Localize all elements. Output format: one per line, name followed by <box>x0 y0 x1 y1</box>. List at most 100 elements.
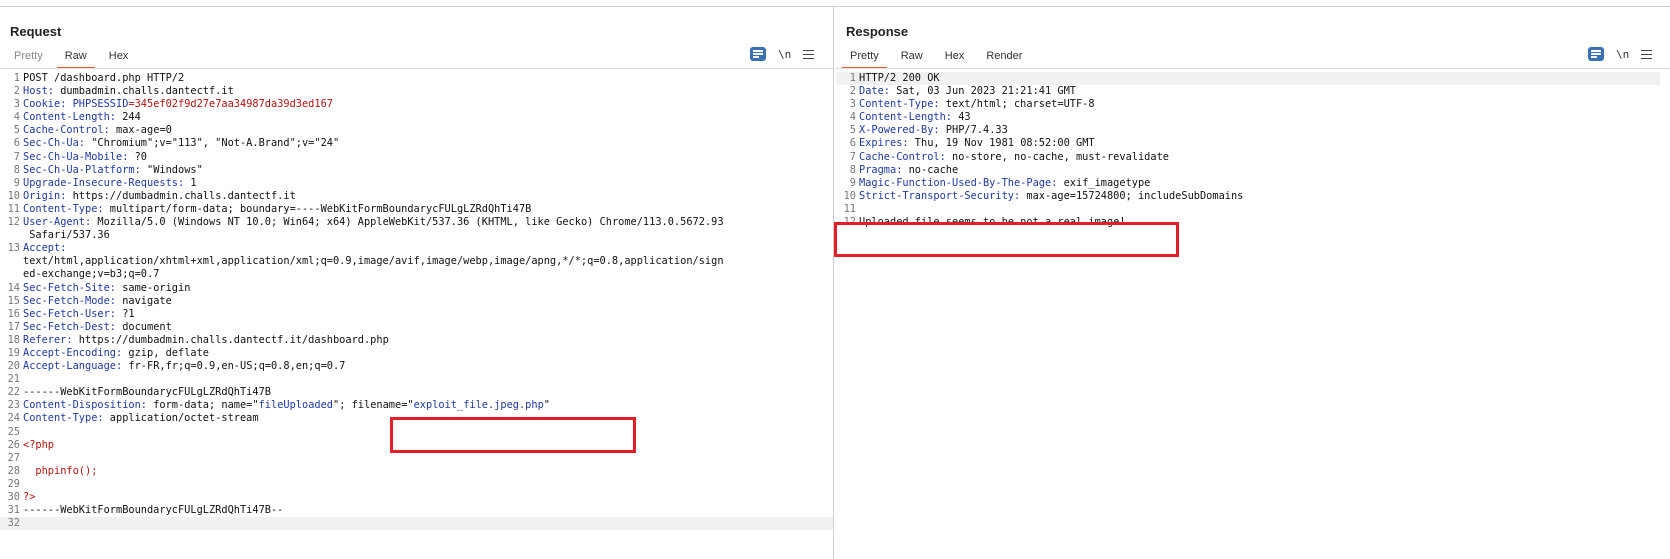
line-text: Content-Type: text/html; charset=UTF-8 <box>859 98 1095 111</box>
code-line: 16 Sec-Fetch-User: ?1 <box>0 308 833 321</box>
code-line: 9 Magic-Function-Used-By-The-Page: exif_i… <box>836 177 1660 190</box>
code-token: fileUploaded <box>258 399 333 412</box>
code-line: 30 ?> <box>0 491 833 504</box>
code-line: 29 <box>0 478 833 491</box>
code-line: 23 Content-Disposition: form-data; name="… <box>0 399 833 412</box>
line-text: Cache-Control: no-store, no-cache, must-… <box>859 151 1169 164</box>
response-tab-raw[interactable]: Raw <box>893 47 931 67</box>
code-line: 15 Sec-Fetch-Mode: navigate <box>0 295 833 308</box>
show-newlines-button[interactable]: \n <box>1616 48 1629 61</box>
line-number: 26 <box>7 438 20 451</box>
line-number: 32 <box>7 517 20 530</box>
response-tab-pretty[interactable]: Pretty <box>842 47 887 69</box>
code-token: 244 <box>116 111 141 124</box>
request-title: Request <box>10 24 62 39</box>
code-token: exif_imagetype <box>1057 176 1151 189</box>
line-number: 7 <box>849 150 856 163</box>
response-title: Response <box>846 24 909 39</box>
header-name: Content-Type: <box>23 412 104 425</box>
line-number: 5 <box>13 124 20 137</box>
show-newlines-button[interactable]: \n <box>778 48 791 61</box>
line-number: 21 <box>7 373 20 386</box>
code-token: text/html; charset=UTF-8 <box>939 98 1095 111</box>
wrap-lines-icon[interactable] <box>750 47 766 61</box>
code-line: 5 X-Powered-By: PHP/7.4.33 <box>836 124 1660 137</box>
line-text: HTTP/2 200 OK <box>859 72 940 85</box>
line-text: Accept-Encoding: gzip, deflate <box>23 347 209 360</box>
request-editor[interactable]: 1 POST /dashboard.php HTTP/2 2 Host: dumbad… <box>0 72 833 531</box>
code-line: 11 <box>836 203 1660 216</box>
line-number: 10 <box>7 189 20 202</box>
line-number: 19 <box>7 346 20 359</box>
highlight-box-response-body <box>834 222 1179 257</box>
header-name: Date: <box>859 85 890 98</box>
line-text: Content-Length: 244 <box>23 111 141 124</box>
line-text: ------WebKitFormBoundarycFULgLZRdQhTi47B… <box>23 504 283 517</box>
menu-icon[interactable] <box>803 49 815 59</box>
request-tab-raw[interactable]: Raw <box>56 47 95 69</box>
line-text: User-Agent: Mozilla/5.0 (Windows NT 10.0… <box>23 216 724 229</box>
line-text: phpinfo(); <box>23 465 97 478</box>
header-name: Sec-Ch-Ua-Mobile: <box>23 150 129 163</box>
line-number: 4 <box>13 111 20 124</box>
code-token: ?1 <box>116 307 135 320</box>
code-token: PHP/7.4.33 <box>939 124 1008 137</box>
line-text: Upgrade-Insecure-Requests: 1 <box>23 177 197 190</box>
request-tab-hex[interactable]: Hex <box>101 47 137 67</box>
response-tab-hex[interactable]: Hex <box>937 47 973 67</box>
line-text: Cookie: PHPSESSID=345ef02f9d27e7aa34987d… <box>23 98 333 111</box>
line-number: 3 <box>849 98 856 111</box>
line-number: 23 <box>7 399 20 412</box>
header-name: Sec-Ch-Ua: <box>23 137 85 150</box>
header-name: Host: <box>23 85 54 98</box>
response-editor[interactable]: 1 HTTP/2 200 OK 2 Date: Sat, 03 Jun 2023 21… <box>836 72 1660 229</box>
header-name: Content-Type: <box>23 202 104 215</box>
header-name: Content-Length: <box>859 111 952 124</box>
code-token: Safari/537.36 <box>23 229 110 242</box>
code-line: 6 Expires: Thu, 19 Nov 1981 08:52:00 GMT <box>836 137 1660 150</box>
line-text: Sec-Ch-Ua: "Chromium";v="113", "Not-A.Br… <box>23 137 339 150</box>
code-token: document <box>116 320 172 333</box>
header-name: Upgrade-Insecure-Requests: <box>23 176 185 189</box>
line-text: Accept: <box>23 242 66 255</box>
code-line: 3 Content-Type: text/html; charset=UTF-8 <box>836 98 1660 111</box>
response-toolbar: \n <box>1588 47 1653 61</box>
line-number: 28 <box>7 464 20 477</box>
code-line: 13 Accept: <box>0 242 833 255</box>
code-line: ed-exchange;v=b3;q=0.7 <box>0 268 833 281</box>
response-tab-render[interactable]: Render <box>978 47 1030 67</box>
line-text: Sec-Fetch-Site: same-origin <box>23 282 190 295</box>
code-token: Thu, 19 Nov 1981 08:52:00 GMT <box>908 137 1095 150</box>
highlight-box-filename <box>390 417 636 453</box>
code-token: no-cache <box>902 163 959 176</box>
line-text: Content-Type: application/octet-stream <box>23 412 259 425</box>
line-number: 15 <box>7 294 20 307</box>
line-text: POST /dashboard.php HTTP/2 <box>23 72 184 85</box>
line-text: Strict-Transport-Security: max-age=15724… <box>859 190 1243 203</box>
code-token: Sat, 03 Jun 2023 21:21:41 GMT <box>890 85 1076 98</box>
code-token: https://dumbadmin.challs.dantectf.it <box>66 189 296 202</box>
line-text: <?php <box>23 439 54 452</box>
code-token: "Windows" <box>140 163 203 176</box>
request-panel: Request Pretty Raw Hex \n 1 POST /dashboa… <box>0 7 834 559</box>
line-number: 18 <box>7 333 20 346</box>
code-line: Safari/537.36 <box>0 229 833 242</box>
header-name: Content-Length: <box>23 111 116 124</box>
code-token: gzip, deflate <box>122 346 209 359</box>
line-number: 14 <box>7 281 20 294</box>
line-text: Content-Length: 43 <box>859 111 971 124</box>
line-number <box>0 255 23 268</box>
header-name: Sec-Fetch-Mode: <box>23 294 116 307</box>
response-tabs: Pretty Raw Hex Render <box>842 47 1036 69</box>
request-toolbar: \n <box>750 47 815 61</box>
request-tab-pretty[interactable]: Pretty <box>6 47 51 67</box>
line-number: 17 <box>7 320 20 333</box>
code-token: " <box>543 399 550 412</box>
menu-icon[interactable] <box>1641 49 1653 59</box>
code-line: 2 Date: Sat, 03 Jun 2023 21:21:41 GMT <box>836 85 1660 98</box>
wrap-lines-icon[interactable] <box>1588 47 1604 61</box>
header-name: Strict-Transport-Security: <box>859 189 1021 202</box>
line-number: 2 <box>13 85 20 98</box>
line-number: 11 <box>7 202 20 215</box>
header-name: Pragma: <box>859 163 903 176</box>
